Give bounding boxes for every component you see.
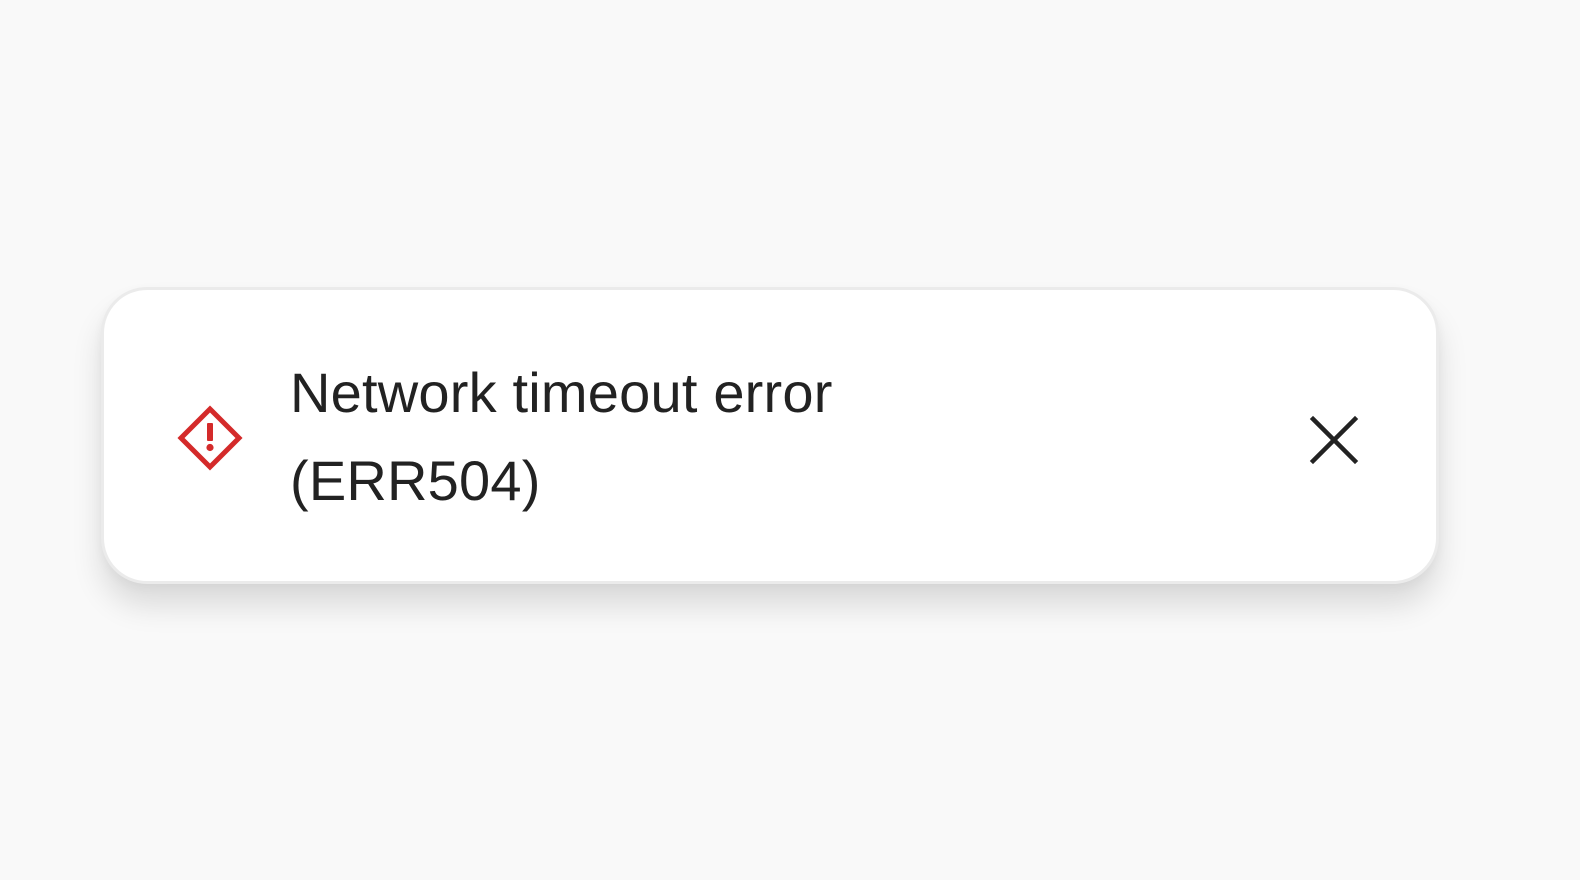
dismiss-button[interactable]	[1303, 409, 1365, 471]
error-toast: Network timeout error (ERR504)	[101, 287, 1439, 584]
toast-message: Network timeout error (ERR504)	[290, 361, 833, 512]
close-icon	[1309, 415, 1359, 465]
warning-diamond-icon	[177, 405, 243, 471]
